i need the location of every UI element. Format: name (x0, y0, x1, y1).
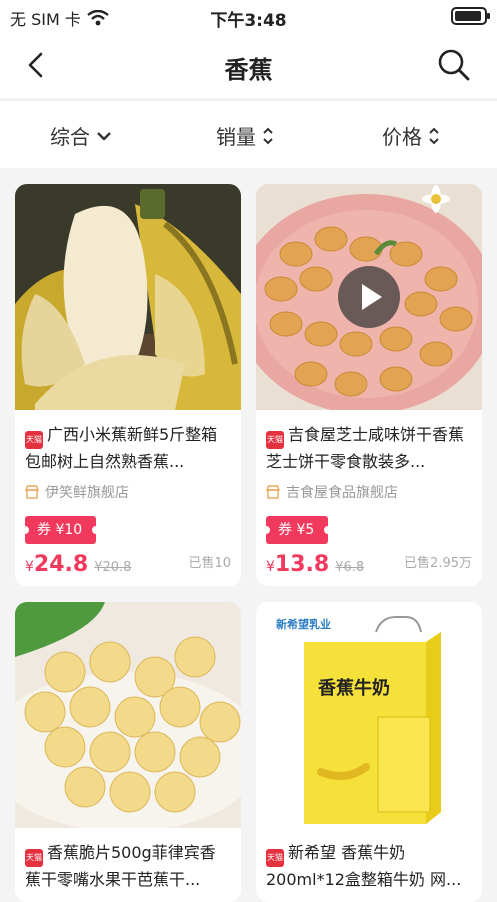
shop-icon (25, 485, 39, 499)
product-title-text: 广西小米蕉新鲜5斤整箱包邮树上自然熟香蕉... (25, 425, 218, 471)
price-value: 24.8 (33, 552, 89, 577)
image-product-text: 香蕉牛奶 (318, 678, 390, 699)
filter-label: 价格 (382, 125, 422, 149)
filter-sales[interactable]: 销量 (216, 121, 274, 150)
filter-price[interactable]: 价格 (382, 121, 440, 150)
product-card[interactable]: 新希望乳业 香蕉牛奶 天猫 新希望 香蕉牛奶 200ml*12盒整箱牛奶 网... (256, 602, 482, 902)
price-symbol: ¥ (25, 559, 34, 575)
tmall-badge: 天猫 (266, 849, 284, 867)
filter-bar: 综合 销量 价格 (0, 100, 497, 168)
video-play-icon[interactable] (338, 266, 400, 328)
shop-name: 伊笑鲜旗舰店 (45, 485, 129, 501)
product-title: 天猫 广西小米蕉新鲜5斤整箱包邮树上自然熟香蕉... (25, 422, 231, 474)
sort-icon (263, 127, 273, 144)
price-symbol: ¥ (266, 559, 275, 575)
page-title: 香蕉 (224, 56, 273, 84)
price-row: ¥13.8 ¥6.8 已售2.95万 (266, 552, 472, 582)
coupon-badge[interactable]: 券 ¥5 (261, 516, 333, 544)
sold-count: 已售2.95万 (404, 556, 472, 571)
price-value: 13.8 (274, 552, 330, 577)
coupon-badge[interactable]: 券 ¥10 (20, 516, 101, 544)
product-card[interactable]: 天猫 吉食屋芝士咸味饼干香蕉芝士饼干零食散装多... 吉食屋食品旗舰店 券 ¥5 … (256, 184, 482, 586)
sold-count: 已售10 (188, 556, 231, 571)
status-time: 下午3:48 (210, 11, 287, 31)
filter-label: 销量 (216, 125, 256, 149)
product-image (256, 184, 482, 410)
price: ¥13.8 (266, 552, 329, 577)
product-title-text: 香蕉脆片500g菲律宾香蕉干零嘴水果干芭蕉干... (25, 843, 216, 889)
battery-icon (451, 7, 490, 25)
product-title: 天猫 新希望 香蕉牛奶 200ml*12盒整箱牛奶 网... (266, 840, 472, 892)
original-price: ¥20.8 (94, 560, 132, 575)
shop-icon (266, 485, 280, 499)
product-title-text: 吉食屋芝士咸味饼干香蕉芝士饼干零食散装多... (266, 425, 465, 471)
product-image (15, 602, 241, 828)
product-title: 天猫 香蕉脆片500g菲律宾香蕉干零嘴水果干芭蕉干... (25, 840, 231, 892)
original-price: ¥6.8 (335, 560, 365, 575)
status-bar: 无 SIM 卡 下午3:48 (0, 0, 497, 32)
product-title-text: 新希望 香蕉牛奶 200ml*12盒整箱牛奶 网... (266, 843, 462, 889)
filter-label: 综合 (50, 125, 90, 149)
product-card[interactable]: 天猫 广西小米蕉新鲜5斤整箱包邮树上自然熟香蕉... 伊笑鲜旗舰店 券 ¥10 ¥… (15, 184, 241, 586)
tmall-badge: 天猫 (25, 849, 43, 867)
nav-bar: 香蕉 (0, 32, 497, 98)
search-icon[interactable] (437, 48, 471, 82)
shop-row[interactable]: 吉食屋食品旗舰店 (266, 482, 472, 502)
price: ¥24.8 (25, 552, 88, 577)
product-image: 新希望乳业 香蕉牛奶 (256, 602, 482, 828)
filter-comprehensive[interactable]: 综合 (50, 121, 112, 150)
product-title: 天猫 吉食屋芝士咸味饼干香蕉芝士饼干零食散装多... (266, 422, 472, 474)
price-row: ¥24.8 ¥20.8 已售10 (25, 552, 231, 582)
shop-row[interactable]: 伊笑鲜旗舰店 (25, 482, 231, 502)
tmall-badge: 天猫 (266, 431, 284, 449)
product-image (15, 184, 241, 410)
tmall-badge: 天猫 (25, 431, 43, 449)
chevron-down-icon (97, 131, 111, 140)
sort-icon (429, 127, 439, 144)
shop-name: 吉食屋食品旗舰店 (286, 485, 398, 501)
product-card[interactable]: 天猫 香蕉脆片500g菲律宾香蕉干零嘴水果干芭蕉干... (15, 602, 241, 902)
